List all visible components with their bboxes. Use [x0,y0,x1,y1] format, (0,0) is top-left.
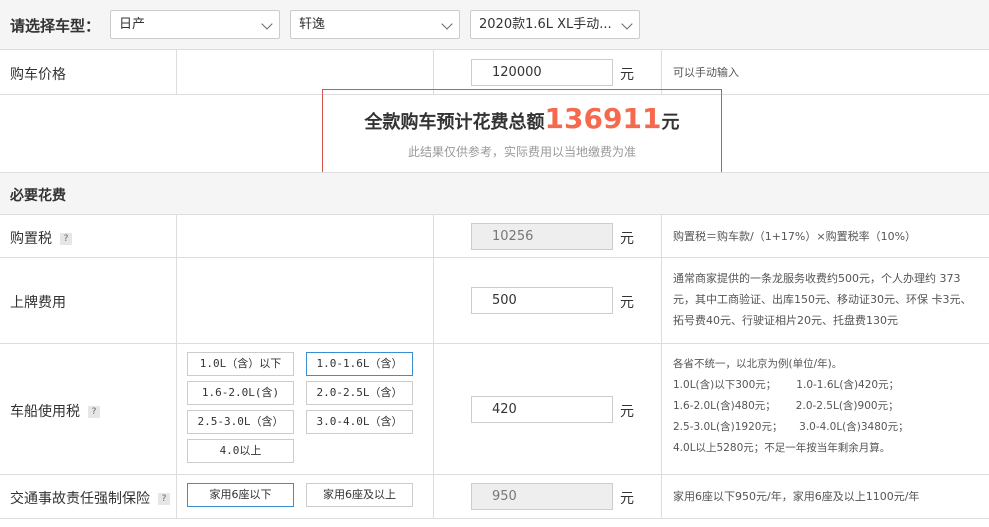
model-select-value: 2020款1.6L XL手动... [479,17,612,32]
registration-label: 上牌费用 [10,295,66,311]
total-amount: 全款购车预计花费总额136911元 [323,102,721,135]
vehicle-tax-note: 各省不统一，以北京为例(单位/年)。 1.0L(含)以下300元； 1.0-1.… [673,354,909,459]
registration-note: 通常商家提供的一条龙服务收费约500元，个人办理约 373 元，其中工商验证、出… [673,268,972,331]
chevron-down-icon [621,18,633,30]
vehicle-tax-label: 车船使用税? [10,401,100,421]
displacement-option-selected[interactable]: 1.0-1.6L（含） [306,352,413,376]
purchase-tax-row: 购置税? 10256 元 购置税＝购车款/（1+17%）×购置税率（10%） [0,215,989,258]
brand-select[interactable]: 日产 [110,10,280,39]
insurance-unit: 元 [620,491,634,507]
price-input[interactable]: 120000 [471,59,613,86]
brand-select-value: 日产 [119,17,146,32]
displacement-option[interactable]: 1.6-2.0L(含) [187,381,294,405]
total-disclaimer: 此结果仅供参考，实际费用以当地缴费为准 [407,145,636,159]
total-suffix: 元 [661,112,680,133]
section-header: 必要花费 [0,172,989,215]
total-value: 136911 [544,102,662,135]
note-line: 各省不统一，以北京为例(单位/年)。 [673,358,843,370]
note-line: 1.0L(含)以下300元； 1.0-1.6L(含)420元； [673,379,900,391]
insurance-input: 950 [471,483,613,510]
insurance-label-text: 交通事故责任强制保险 [10,491,150,507]
chevron-down-icon [261,18,273,30]
series-select[interactable]: 轩逸 [290,10,460,39]
note-line: 元，其中工商验证、出库150元、移动证30元、环保 卡3元、 [673,293,972,306]
section-title: 必要花费 [10,188,66,204]
vehicle-tax-row: 车船使用税? 1.0L（含）以下 1.0-1.6L（含） 1.6-2.0L(含)… [0,344,989,475]
chevron-down-icon [441,18,453,30]
displacement-option[interactable]: 2.5-3.0L（含） [187,410,294,434]
help-icon[interactable]: ? [88,406,100,418]
purchase-tax-input: 10256 [471,223,613,250]
displacement-option[interactable]: 3.0-4.0L（含） [306,410,413,434]
model-select[interactable]: 2020款1.6L XL手动... [470,10,640,39]
insurance-note: 家用6座以下950元/年，家用6座及以上1100元/年 [673,490,920,503]
displacement-option[interactable]: 4.0以上 [187,439,294,463]
vehicle-tax-unit: 元 [620,404,634,420]
note-line: 2.5-3.0L(含)1920元； 3.0-4.0L(含)3480元； [673,421,909,433]
help-icon[interactable]: ? [60,233,72,245]
seat-option[interactable]: 家用6座及以上 [306,483,413,507]
purchase-tax-unit: 元 [620,231,634,247]
seat-option-selected[interactable]: 家用6座以下 [187,483,294,507]
vehicle-tax-label-text: 车船使用税 [10,404,80,420]
car-selector-bar: 请选择车型： 日产 轩逸 2020款1.6L XL手动... [0,0,989,50]
registration-input[interactable]: 500 [471,287,613,314]
price-note: 可以手动输入 [673,66,739,79]
note-line: 通常商家提供的一条龙服务收费约500元，个人办理约 373 [673,272,961,285]
purchase-tax-note: 购置税＝购车款/（1+17%）×购置税率（10%） [673,230,917,243]
series-select-value: 轩逸 [299,17,326,32]
insurance-row: 交通事故责任强制保险? 家用6座以下 家用6座及以上 950 元 家用6座以下9… [0,475,989,519]
purchase-tax-label-text: 购置税 [10,231,52,247]
displacement-option[interactable]: 2.0-2.5L（含） [306,381,413,405]
insurance-label: 交通事故责任强制保险? [10,488,170,508]
note-line: 4.0L以上5280元；不足一年按当年剩余月算。 [673,442,891,454]
total-prefix: 全款购车预计花费总额 [364,112,545,133]
vehicle-tax-input[interactable]: 420 [471,396,613,423]
select-car-label: 请选择车型： [10,17,101,35]
price-label: 购车价格 [10,67,66,83]
registration-unit: 元 [620,295,634,311]
help-icon[interactable]: ? [158,493,170,505]
purchase-tax-label: 购置税? [10,228,72,248]
note-line: 1.6-2.0L(含)480元； 2.0-2.5L(含)900元； [673,400,899,412]
displacement-option[interactable]: 1.0L（含）以下 [187,352,294,376]
price-unit: 元 [620,67,634,83]
registration-row: 上牌费用 500 元 通常商家提供的一条龙服务收费约500元，个人办理约 373… [0,258,989,344]
note-line: 拓号费40元、行驶证相片20元、托盘费130元 [673,314,898,327]
